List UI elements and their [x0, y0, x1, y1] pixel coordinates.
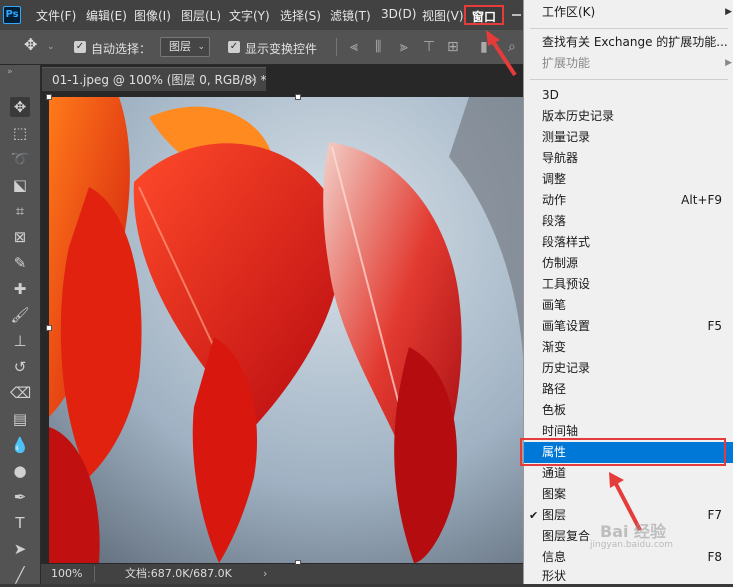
annotation-arrows: [486, 30, 642, 531]
watermark-logo: Bai 经验: [600, 522, 667, 541]
watermark-url: jingyan.baidu.com: [590, 540, 674, 550]
